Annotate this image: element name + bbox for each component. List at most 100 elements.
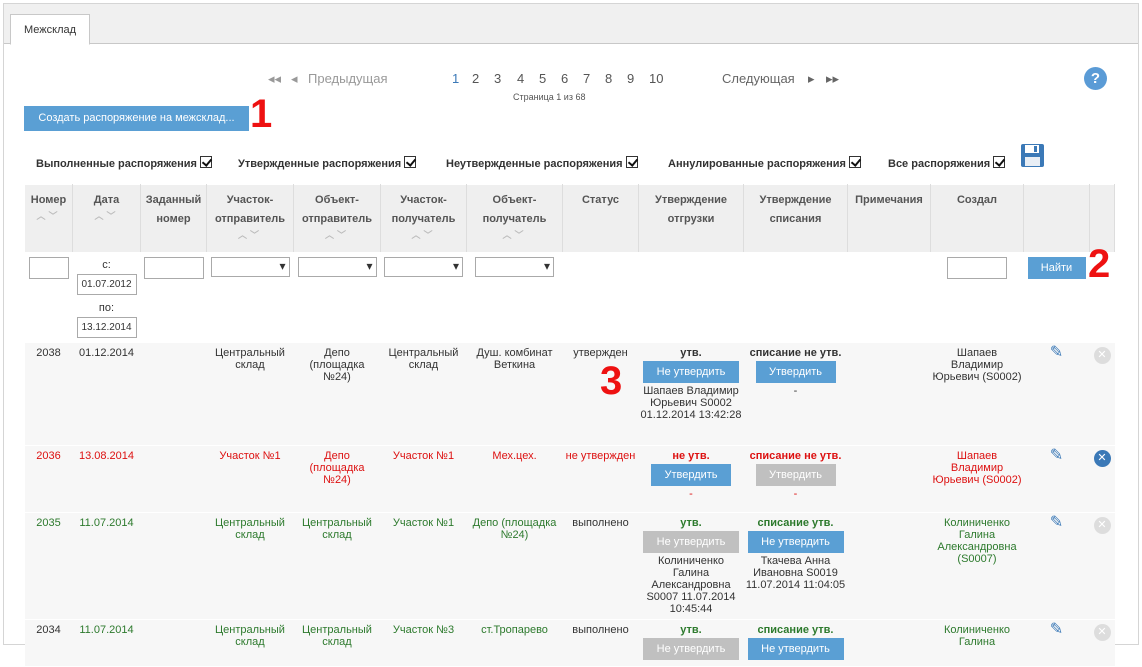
edit-icon[interactable]: ✎ xyxy=(1050,514,1063,531)
writeoff-state: списание утв. xyxy=(757,624,834,636)
edit-icon[interactable]: ✎ xyxy=(1050,344,1063,361)
page-link-8[interactable]: 8 xyxy=(605,71,612,86)
next-page-link[interactable]: Следующая xyxy=(722,71,795,86)
ship-unapprove-button[interactable]: Не утвердить xyxy=(643,638,739,660)
writeoff-approve-button[interactable]: Утвердить xyxy=(755,464,836,486)
row-status: выполнено xyxy=(562,512,639,620)
row-date: 13.08.2014 xyxy=(72,445,141,513)
sender-object-select[interactable] xyxy=(297,257,377,277)
col-receiver-object[interactable]: Объект-получатель ︿﹀ xyxy=(466,184,563,253)
filter-all[interactable]: Все распоряжения xyxy=(888,156,1006,170)
page-link-10[interactable]: 10 xyxy=(649,71,663,86)
page-link-1[interactable]: 1 xyxy=(452,71,459,86)
table-row: 2036 13.08.2014 Участок №1 Депо (площадк… xyxy=(24,445,1115,513)
filter-cancelled-checkbox[interactable] xyxy=(848,156,861,168)
table-header-row: Номер ︿﹀ Дата ︿﹀ Заданный номер Участок-от… xyxy=(24,184,1115,253)
writeoff-info: - xyxy=(793,488,798,500)
receiver-site-select[interactable] xyxy=(384,257,463,277)
sort-icon[interactable]: ︿﹀ xyxy=(296,229,378,241)
last-page-icon[interactable]: ▸▸ xyxy=(826,71,839,87)
filter-done[interactable]: Выполненные распоряжения xyxy=(36,156,212,170)
col-sender-site-label: Участок-отправитель xyxy=(214,194,286,225)
first-page-icon[interactable]: ◂◂ xyxy=(268,71,281,87)
filter-not-approved-label: Неутвержденные распоряжения xyxy=(446,158,623,170)
annotation-mark-2: 2 xyxy=(1088,242,1111,286)
col-number[interactable]: Номер ︿﹀ xyxy=(24,184,73,253)
sort-icon[interactable]: ︿﹀ xyxy=(27,210,70,222)
filter-all-checkbox[interactable] xyxy=(993,156,1006,168)
pagination: ◂◂ ◂ Предыдущая 1 2 3 4 5 6 7 8 9 10 Сле… xyxy=(4,66,1138,102)
row-date: 11.07.2014 xyxy=(72,512,141,620)
sender-site-select[interactable] xyxy=(210,257,290,277)
sort-icon[interactable]: ︿﹀ xyxy=(209,229,291,241)
sort-icon[interactable]: ︿﹀ xyxy=(383,229,464,241)
page-link-2[interactable]: 2 xyxy=(472,71,479,86)
next-page-icon[interactable]: ▸ xyxy=(808,71,815,87)
col-approve-writeoff: Утверждение списания xyxy=(743,184,848,253)
filter-not-approved-checkbox[interactable] xyxy=(625,156,638,168)
writeoff-state: списание не утв. xyxy=(749,346,842,359)
date-to-input[interactable]: 13.12.2014 xyxy=(76,317,137,338)
filter-approved-checkbox[interactable] xyxy=(404,156,417,168)
ship-approve-button[interactable]: Утвердить xyxy=(651,464,731,486)
col-approve-shipment: Утверждение отгрузки xyxy=(638,184,744,253)
ship-unapprove-button[interactable]: Не утвердить xyxy=(643,360,739,383)
creator-filter-input[interactable] xyxy=(947,257,1007,279)
row-status: не утвержден xyxy=(562,445,639,513)
receiver-object-select[interactable] xyxy=(475,257,554,277)
prev-page-link[interactable]: Предыдущая xyxy=(308,71,388,86)
page-link-5[interactable]: 5 xyxy=(539,71,546,86)
col-sender-site[interactable]: Участок-отправитель ︿﹀ xyxy=(206,184,294,253)
col-date[interactable]: Дата ︿﹀ xyxy=(72,184,141,253)
table-row: 2034 11.07.2014 Центральный склад Центра… xyxy=(24,619,1115,667)
prev-page-icon[interactable]: ◂ xyxy=(291,71,298,87)
writeoff-unapprove-button[interactable]: Не утвердить xyxy=(747,638,844,660)
delete-icon[interactable]: ✕ xyxy=(1093,450,1111,467)
filter-not-approved[interactable]: Неутвержденные распоряжения xyxy=(446,156,638,170)
find-button[interactable]: Найти xyxy=(1027,257,1086,279)
tab-bar: Межсклад xyxy=(4,4,1138,45)
writeoff-unapprove-button[interactable]: Не утвердить xyxy=(747,531,844,553)
col-creator: Создал xyxy=(930,184,1024,253)
date-from-input[interactable]: 01.07.2012 xyxy=(76,274,137,295)
row-sender-site: Центральный склад xyxy=(206,512,294,620)
col-receiver-site-label: Участок-получатель xyxy=(391,194,456,225)
row-number: 2034 xyxy=(24,619,73,667)
writeoff-info: Ткачева Анна Ивановна S0019 11.07.2014 1… xyxy=(745,555,846,591)
sort-icon[interactable]: ︿﹀ xyxy=(469,229,560,241)
col-edit xyxy=(1023,184,1090,253)
sort-icon[interactable]: ︿﹀ xyxy=(75,210,138,222)
save-icon[interactable] xyxy=(1020,143,1045,168)
page-link-3[interactable]: 3 xyxy=(494,71,501,86)
col-sender-object-label: Объект-отправитель xyxy=(301,194,373,225)
edit-icon[interactable]: ✎ xyxy=(1050,447,1063,464)
col-sender-object[interactable]: Объект-отправитель ︿﹀ xyxy=(293,184,381,253)
create-order-button[interactable]: Создать распоряжение на межсклад... xyxy=(24,106,249,131)
filter-cancelled[interactable]: Аннулированные распоряжения xyxy=(668,156,861,170)
page-link-6[interactable]: 6 xyxy=(561,71,568,86)
row-status: выполнено xyxy=(562,619,639,667)
tab-mezhsklad[interactable]: Межсклад xyxy=(10,14,91,45)
page-link-7[interactable]: 7 xyxy=(583,71,590,86)
writeoff-state: списание утв. xyxy=(757,517,834,529)
ship-state: утв. xyxy=(680,517,702,529)
help-icon[interactable]: ? xyxy=(1084,67,1107,90)
col-date-label: Дата xyxy=(93,194,120,206)
page-link-4[interactable]: 4 xyxy=(517,71,524,86)
row-sender-object: Депо (площадка №24) xyxy=(293,342,381,446)
table-row: 2038 01.12.2014 Центральный склад Депо (… xyxy=(24,342,1115,446)
ship-unapprove-button[interactable]: Не утвердить xyxy=(643,531,739,553)
col-receiver-site[interactable]: Участок-получатель ︿﹀ xyxy=(380,184,467,253)
row-receiver-object: Депо (площадка №24) xyxy=(466,512,563,620)
ship-info: - xyxy=(689,488,693,500)
filter-done-checkbox[interactable] xyxy=(199,156,212,168)
edit-icon[interactable]: ✎ xyxy=(1050,621,1063,638)
delete-icon: ✕ xyxy=(1093,624,1111,641)
writeoff-approve-button[interactable]: Утвердить xyxy=(755,360,836,383)
row-receiver-site: Центральный склад xyxy=(380,342,467,446)
page-link-9[interactable]: 9 xyxy=(627,71,634,86)
filter-approved[interactable]: Утвержденные распоряжения xyxy=(238,156,417,170)
writeoff-info: - xyxy=(793,384,798,397)
given-number-filter-input[interactable] xyxy=(143,257,204,279)
number-filter-input[interactable] xyxy=(28,257,69,279)
